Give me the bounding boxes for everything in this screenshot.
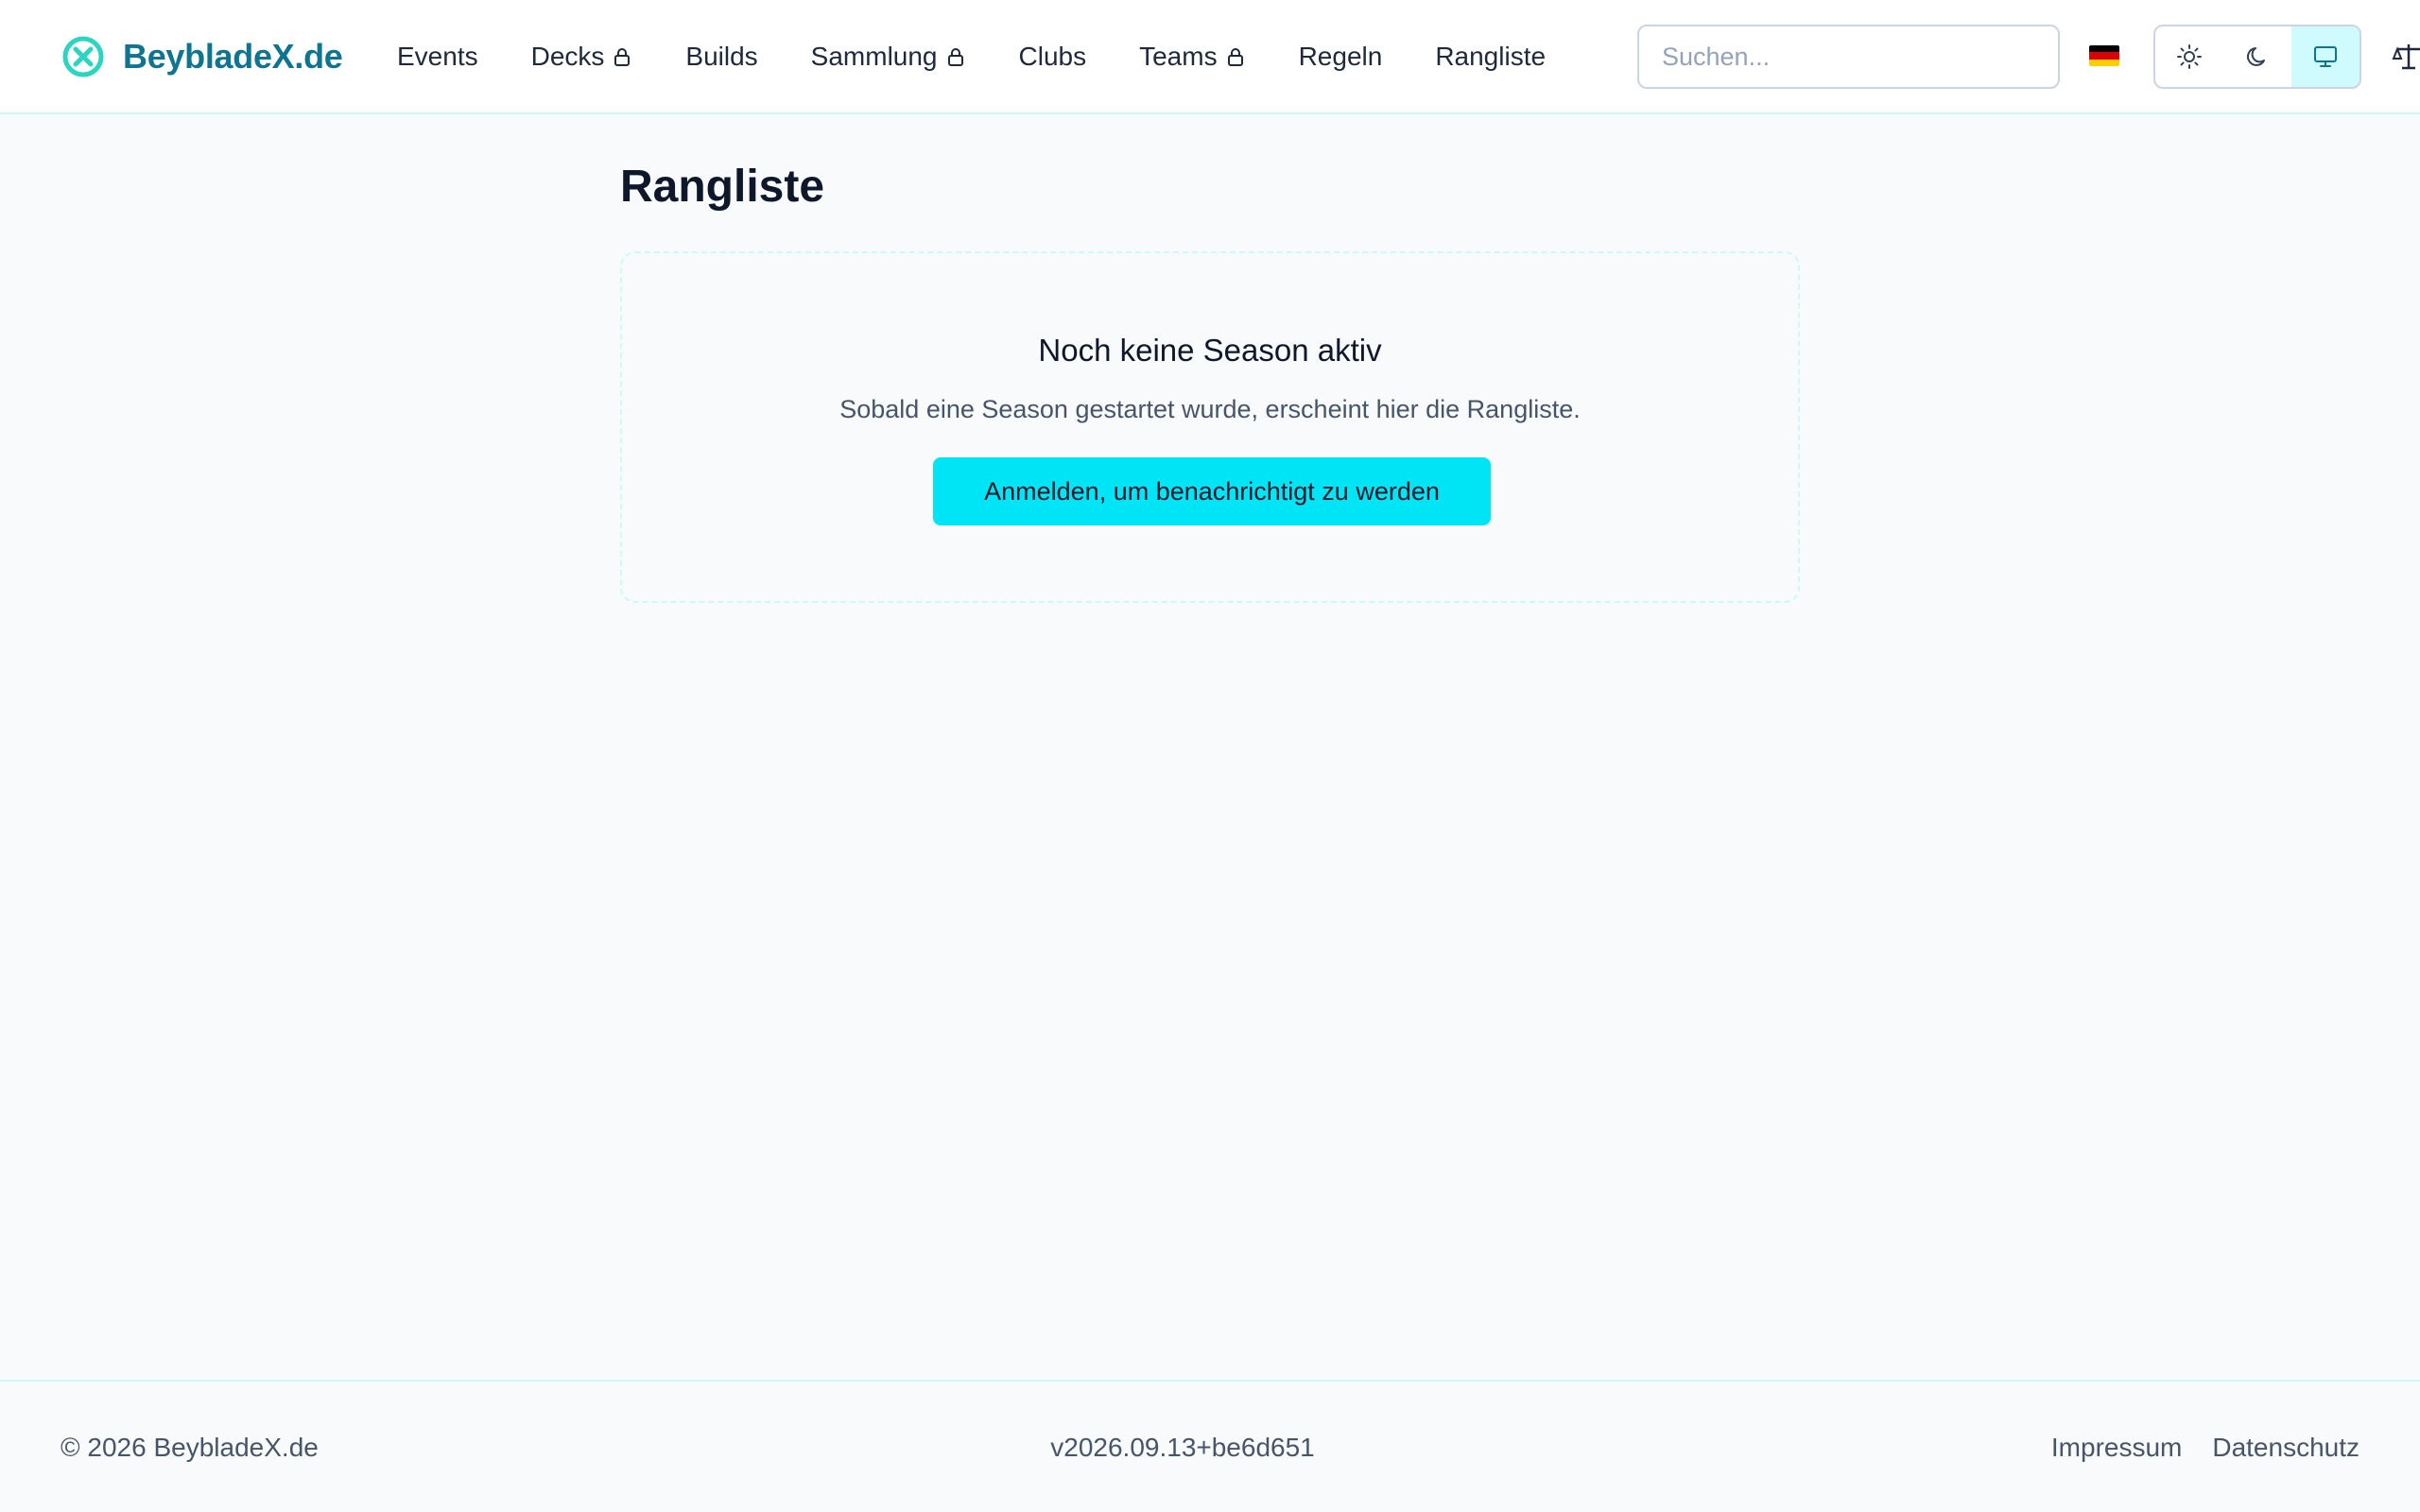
flag-de-icon[interactable] <box>2089 45 2119 66</box>
footer: © 2026 BeybladeX.de v2026.09.13+be6d651 … <box>0 1380 2420 1512</box>
nav-label: Clubs <box>1018 42 1087 71</box>
brand-link[interactable]: BeybladeX.de <box>60 32 343 81</box>
impressum-link[interactable]: Impressum <box>2051 1433 2182 1463</box>
nav-item-clubs[interactable]: Clubs <box>1019 42 1087 72</box>
moon-icon <box>2246 47 2265 66</box>
theme-switch <box>2153 25 2361 89</box>
top-navbar: BeybladeX.de Events Decks Builds Sammlun… <box>0 0 2420 114</box>
lock-icon <box>947 48 963 66</box>
nav-label: Teams <box>1139 42 1218 71</box>
nav-item-sammlung[interactable]: Sammlung <box>811 42 966 72</box>
nav-label: Sammlung <box>810 42 938 71</box>
logo-icon <box>62 36 104 77</box>
nav-label: Decks <box>530 42 605 71</box>
nav-item-rangliste[interactable]: Rangliste <box>1435 42 1546 72</box>
nav-label: Rangliste <box>1435 42 1547 71</box>
nav-label: Events <box>397 42 478 71</box>
empty-state-card: Noch keine Season aktiv Sobald eine Seas… <box>620 251 1800 603</box>
sun-icon <box>2177 44 2202 69</box>
empty-state-title: Noch keine Season aktiv <box>1038 333 1382 368</box>
nav-label: Builds <box>685 42 758 71</box>
lock-icon <box>1227 48 1243 66</box>
page-title: Rangliste <box>620 162 825 212</box>
nav-item-builds[interactable]: Builds <box>685 42 757 72</box>
nav-item-decks[interactable]: Decks <box>531 42 633 72</box>
monitor-icon <box>2314 46 2337 67</box>
brand-name: BeybladeX.de <box>123 37 343 76</box>
main-nav: Events Decks Builds Sammlung Clubs Teams… <box>397 0 1599 113</box>
scale-icon[interactable] <box>2392 40 2420 74</box>
nav-item-regeln[interactable]: Regeln <box>1299 42 1383 72</box>
empty-state-text: Sobald eine Season gestartet wurde, ersc… <box>839 395 1581 423</box>
theme-dark-button[interactable] <box>2223 26 2291 87</box>
theme-light-button[interactable] <box>2155 26 2223 87</box>
theme-system-button[interactable] <box>2291 26 2360 87</box>
nav-label: Regeln <box>1298 42 1383 71</box>
page: BeybladeX.de Events Decks Builds Sammlun… <box>0 0 2420 1512</box>
nav-item-teams[interactable]: Teams <box>1139 42 1245 72</box>
lock-icon <box>614 48 631 66</box>
nav-item-events[interactable]: Events <box>397 42 478 72</box>
search-input[interactable] <box>1637 25 2060 89</box>
footer-links: Impressum Datenschutz <box>2051 1433 2360 1463</box>
version-text: v2026.09.13+be6d651 <box>1050 1433 1315 1462</box>
datenschutz-link[interactable]: Datenschutz <box>2212 1433 2360 1463</box>
login-notify-button[interactable]: Anmelden, um benachrichtigt zu werden <box>933 457 1491 525</box>
